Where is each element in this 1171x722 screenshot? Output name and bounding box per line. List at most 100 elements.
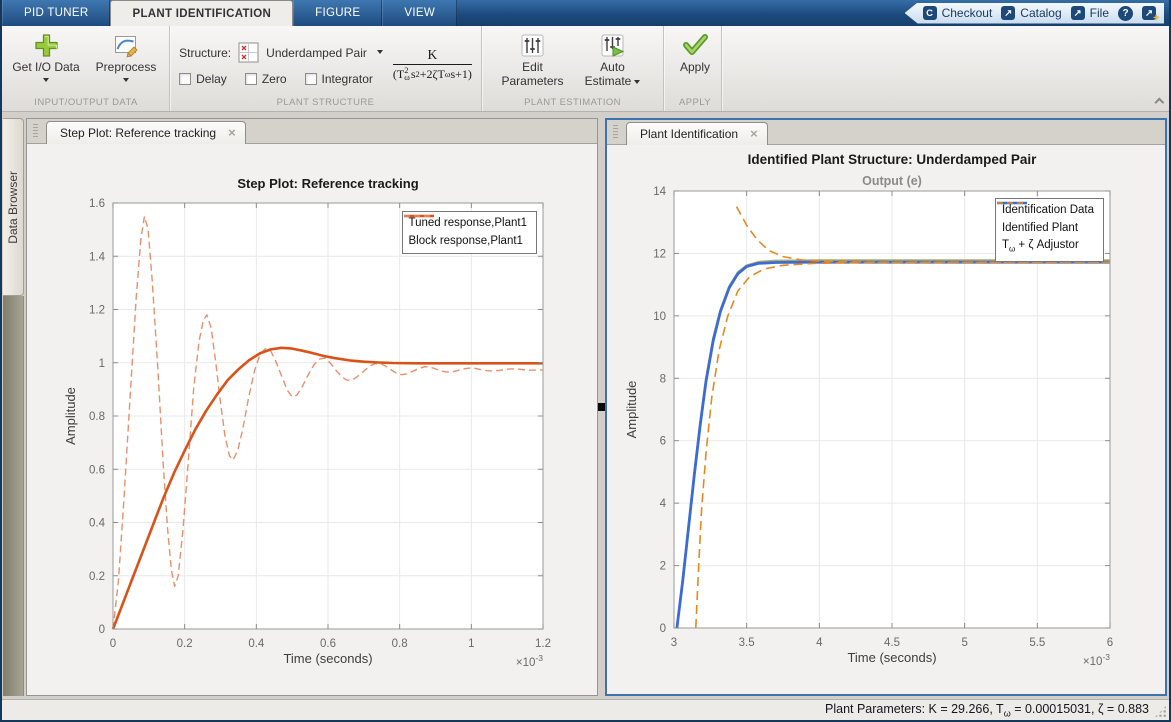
panel-splitter[interactable] — [598, 118, 605, 696]
green-plus-icon — [34, 34, 58, 57]
splitter-handle[interactable] — [598, 403, 605, 411]
plant-identification-panel: Plant Identification × 3 3.5 4 4.5 5 5.5 6 0 2 4 6… — [605, 118, 1167, 696]
chart-legend[interactable]: Tuned response,Plant1 Block response,Plan… — [401, 211, 537, 254]
svg-text:4: 4 — [660, 498, 667, 510]
apply-label: Apply — [679, 60, 711, 74]
legend-entry: Tω + ζ Adjustor — [996, 202, 1094, 258]
ribbon: Get I/O Data Preprocess INPUT/OUTPUT DAT… — [2, 26, 1169, 112]
integrator-label: Integrator — [321, 72, 373, 86]
svg-text:0.4: 0.4 — [89, 518, 106, 530]
svg-text:2: 2 — [660, 561, 666, 573]
preprocess-icon — [114, 36, 138, 58]
external-link-icon: ↗ — [1001, 6, 1016, 20]
status-bar: Plant Parameters: K = 29.266, Tω = 0.000… — [2, 699, 1169, 720]
drag-grip-icon[interactable] — [613, 125, 618, 140]
zero-label: Zero — [261, 72, 287, 86]
share-add-icon[interactable]: ↗ + — [1142, 6, 1159, 24]
chevron-down-icon[interactable] — [376, 50, 383, 54]
legend-label: Identified Plant — [1001, 221, 1079, 234]
svg-text:6: 6 — [660, 436, 666, 448]
structure-dropdown[interactable]: Underdamped Pair — [266, 46, 367, 60]
section-input-output-data: Get I/O Data Preprocess INPUT/OUTPUT DAT… — [2, 26, 170, 111]
svg-text:6: 6 — [1107, 637, 1113, 649]
svg-text:0.6: 0.6 — [89, 464, 105, 476]
checkout-label: Checkout — [941, 6, 993, 20]
legend-entry: Identified Plant — [996, 201, 1094, 238]
svg-text:4.5: 4.5 — [884, 637, 900, 649]
main-area: Data Browser Step Plot: Reference tracki… — [2, 112, 1169, 699]
svg-text:3: 3 — [671, 637, 677, 649]
section-label: PLANT STRUCTURE — [276, 97, 375, 108]
tab-step-plot-label: Step Plot: Reference tracking — [60, 126, 217, 140]
close-icon[interactable]: × — [750, 127, 758, 140]
apply-button[interactable]: Apply — [670, 30, 720, 74]
svg-text:1: 1 — [468, 638, 474, 650]
step-plot-tabstrip: Step Plot: Reference tracking × — [27, 119, 597, 144]
checkout-button[interactable]: C Checkout — [922, 6, 993, 20]
svg-text:0.2: 0.2 — [177, 638, 193, 650]
svg-text:0.6: 0.6 — [320, 638, 336, 650]
catalog-label: Catalog — [1020, 6, 1062, 20]
chart-legend[interactable]: Identification Data Identified Plant Tω + … — [994, 198, 1104, 262]
svg-text:1.2: 1.2 — [89, 305, 105, 317]
zero-checkbox[interactable]: Zero — [244, 72, 287, 86]
svg-text:1.2: 1.2 — [535, 638, 551, 650]
drag-grip-icon[interactable] — [33, 124, 38, 139]
x-axis-label: Time (seconds) — [847, 650, 936, 665]
formula-numerator: K — [427, 47, 438, 62]
y-axis-label: Amplitude — [624, 381, 639, 439]
checkbox-icon — [304, 73, 317, 85]
svg-text:0: 0 — [110, 638, 116, 650]
help-icon[interactable]: ? — [1118, 5, 1133, 21]
catalog-button[interactable]: ↗ Catalog — [1001, 6, 1062, 20]
plant-identification-tabstrip: Plant Identification × — [607, 120, 1165, 145]
tab-plant-identification[interactable]: Plant Identification × — [626, 122, 768, 145]
edit-parameters-button[interactable]: Edit Parameters — [495, 30, 571, 88]
close-icon[interactable]: × — [228, 126, 236, 139]
svg-text:1.6: 1.6 — [89, 198, 105, 210]
app-window: PID TUNER PLANT IDENTIFICATION FIGURE VI… — [0, 0, 1171, 722]
svg-text:1.4: 1.4 — [89, 251, 106, 263]
auto-estimate-button[interactable]: Auto Estimate — [575, 30, 651, 88]
integrator-checkbox[interactable]: Integrator — [304, 72, 373, 86]
svg-text:0.8: 0.8 — [392, 638, 408, 650]
data-browser-tab[interactable]: Data Browser — [3, 118, 24, 296]
collapse-ribbon-button[interactable] — [1150, 97, 1164, 107]
svg-text:5: 5 — [961, 637, 967, 649]
tab-figure[interactable]: FIGURE — [293, 0, 383, 26]
axis-multiplier: ×10-3 — [1083, 652, 1110, 668]
svg-text:5.5: 5.5 — [1029, 637, 1045, 649]
tab-pid-tuner[interactable]: PID TUNER — [2, 0, 111, 26]
checkbox-icon — [179, 73, 192, 85]
svg-text:3.5: 3.5 — [739, 637, 755, 649]
svg-text:0: 0 — [660, 623, 666, 635]
green-check-icon — [683, 34, 708, 55]
chevron-down-icon — [123, 78, 129, 82]
svg-text:14: 14 — [653, 186, 666, 198]
step-plot-panel: Step Plot: Reference tracking × 0 0.2 0.4 0… — [26, 118, 598, 696]
resize-grip[interactable] — [1154, 705, 1167, 718]
section-plant-structure: Structure: Underdamped Pair Delay Zero I… — [170, 26, 482, 111]
section-apply: Apply APPLY — [664, 26, 722, 111]
svg-text:8: 8 — [660, 373, 666, 385]
tab-step-plot[interactable]: Step Plot: Reference tracking × — [46, 121, 246, 144]
svg-text:12: 12 — [653, 248, 666, 260]
preprocess-button[interactable]: Preprocess — [88, 30, 164, 82]
section-label: INPUT/OUTPUT DATA — [34, 97, 138, 108]
svg-text:4: 4 — [816, 637, 823, 649]
tab-view[interactable]: VIEW — [382, 0, 457, 26]
file-button[interactable]: ↗ File — [1070, 6, 1109, 20]
get-io-data-button[interactable]: Get I/O Data — [8, 30, 84, 82]
plant-parameters-status: Plant Parameters: K = 29.266, Tω = 0.000… — [825, 701, 1149, 719]
y-axis-label: Amplitude — [63, 387, 78, 445]
structure-label: Structure: — [179, 45, 232, 60]
tab-plant-identification[interactable]: PLANT IDENTIFICATION — [110, 0, 294, 26]
chevron-down-icon — [43, 78, 49, 82]
toolstrip-tab-bar: PID TUNER PLANT IDENTIFICATION FIGURE VI… — [2, 0, 1169, 26]
delay-checkbox[interactable]: Delay — [179, 72, 227, 86]
external-link-icon: ↗ — [1145, 7, 1153, 19]
svg-text:10: 10 — [653, 311, 666, 323]
chart-title: Identified Plant Structure: Underdamped … — [748, 152, 1038, 167]
sliders-icon — [521, 34, 544, 57]
plant-identification-figure: 3 3.5 4 4.5 5 5.5 6 0 2 4 6 8 10 12 14 Identified Plant… — [607, 145, 1165, 694]
